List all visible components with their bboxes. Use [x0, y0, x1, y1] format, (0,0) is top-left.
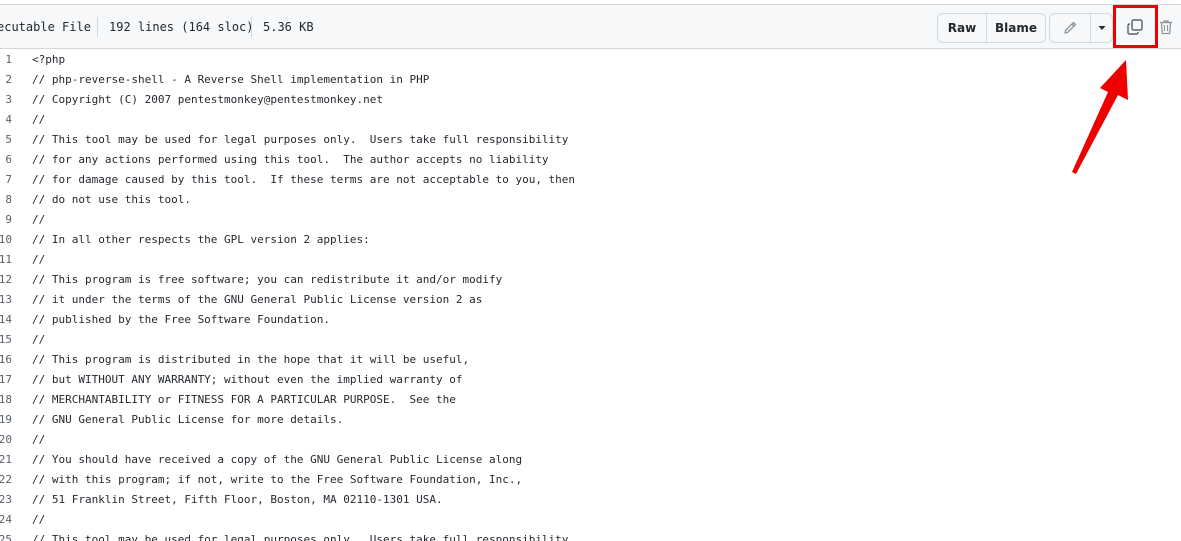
code-text: // GNU General Public License for more d…: [32, 413, 344, 426]
code-text: // published by the Free Software Founda…: [32, 313, 331, 326]
code-text: //: [32, 433, 46, 446]
code-line: 8 // do not use this tool.: [0, 190, 1181, 210]
line-number[interactable]: 4: [5, 110, 12, 130]
edit-button[interactable]: [1050, 14, 1090, 42]
code-line: 16 // This program is distributed in the …: [0, 350, 1181, 370]
line-number[interactable]: 19: [0, 410, 12, 430]
line-count: 192 lines (164 sloc): [109, 19, 254, 34]
code-text: //: [32, 513, 46, 526]
line-number[interactable]: 25: [0, 530, 12, 541]
code-text: // but WITHOUT ANY WARRANTY; without eve…: [32, 373, 463, 386]
pencil-icon: [1064, 21, 1077, 34]
line-number[interactable]: 8: [5, 190, 12, 210]
code-text: // This program is free software; you ca…: [32, 273, 503, 286]
code-line: 1 <?php: [0, 50, 1181, 70]
code-text: // This program is distributed in the ho…: [32, 353, 470, 366]
code-line: 2 // php-reverse-shell - A Reverse Shell …: [0, 70, 1181, 90]
code-line: 11 //: [0, 250, 1181, 270]
annotation-highlight-box: [1113, 5, 1158, 48]
code-line: 6 // for any actions performed using this…: [0, 150, 1181, 170]
raw-button[interactable]: Raw: [938, 14, 986, 42]
code-text: // it under the terms of the GNU General…: [32, 293, 483, 306]
line-number[interactable]: 12: [0, 270, 12, 290]
delete-button[interactable]: [1157, 15, 1175, 39]
code-line: 4 //: [0, 110, 1181, 130]
line-number[interactable]: 17: [0, 370, 12, 390]
code-line: 25 // This tool may be used for legal pur…: [0, 530, 1181, 541]
line-number[interactable]: 22: [0, 470, 12, 490]
code-text: // You should have received a copy of th…: [32, 453, 523, 466]
line-number[interactable]: 3: [5, 90, 12, 110]
line-number[interactable]: 21: [0, 450, 12, 470]
code-line: 19 // GNU General Public License for more…: [0, 410, 1181, 430]
code-line: 9 //: [0, 210, 1181, 230]
code-line: 22 // with this program; if not, write to…: [0, 470, 1181, 490]
code-line: 14 // published by the Free Software Foun…: [0, 310, 1181, 330]
line-number[interactable]: 7: [5, 170, 12, 190]
code-line: 3 // Copyright (C) 2007 pentestmonkey@pen…: [0, 90, 1181, 110]
code-text: // for any actions performed using this …: [32, 153, 549, 166]
file-type: ecutable File: [0, 19, 91, 34]
raw-blame-group: Raw Blame: [937, 13, 1046, 43]
edit-group: [1049, 13, 1113, 43]
code-line: 21 // You should have received a copy of …: [0, 450, 1181, 470]
code-line: 18 // MERCHANTABILITY or FITNESS FOR A PA…: [0, 390, 1181, 410]
code-line: 23 // 51 Franklin Street, Fifth Floor, Bo…: [0, 490, 1181, 510]
code-line: 5 // This tool may be used for legal purp…: [0, 130, 1181, 150]
code-line: 24 //: [0, 510, 1181, 530]
code-text: //: [32, 113, 46, 126]
line-number[interactable]: 13: [0, 290, 12, 310]
file-header: ecutable File 192 lines (164 sloc) 5.36 …: [0, 4, 1181, 49]
code-line: 12 // This program is free software; you …: [0, 270, 1181, 290]
line-number[interactable]: 10: [0, 230, 12, 250]
code-text: //: [32, 253, 46, 266]
line-number[interactable]: 23: [0, 490, 12, 510]
code-text: // with this program; if not, write to t…: [32, 473, 523, 486]
divider: [251, 17, 252, 37]
line-number[interactable]: 15: [0, 330, 12, 350]
code-text: // do not use this tool.: [32, 193, 191, 206]
line-number[interactable]: 6: [5, 150, 12, 170]
edit-dropdown-button[interactable]: [1090, 14, 1112, 42]
line-number[interactable]: 5: [5, 130, 12, 150]
line-number[interactable]: 9: [5, 210, 12, 230]
code-text: // This tool may be used for legal purpo…: [32, 133, 569, 146]
code-line: 20 //: [0, 430, 1181, 450]
divider: [97, 17, 98, 37]
code-line: 7 // for damage caused by this tool. If t…: [0, 170, 1181, 190]
line-number[interactable]: 1: [5, 50, 12, 70]
code-text: //: [32, 333, 46, 346]
code-text: // This tool may be used for legal purpo…: [32, 533, 569, 541]
code-line: 17 // but WITHOUT ANY WARRANTY; without e…: [0, 370, 1181, 390]
line-number[interactable]: 16: [0, 350, 12, 370]
code-text: <?php: [32, 53, 66, 66]
line-number[interactable]: 2: [5, 70, 12, 90]
blame-button[interactable]: Blame: [986, 14, 1045, 42]
code-text: // php-reverse-shell - A Reverse Shell i…: [32, 73, 430, 86]
triangle-down-icon: [1098, 26, 1105, 30]
code-text: // MERCHANTABILITY or FITNESS FOR A PART…: [32, 393, 456, 406]
code-line: 10 // In all other respects the GPL versi…: [0, 230, 1181, 250]
line-number[interactable]: 18: [0, 390, 12, 410]
code-text: // for damage caused by this tool. If th…: [32, 173, 576, 186]
code-line: 13 // it under the terms of the GNU Gener…: [0, 290, 1181, 310]
code-text: //: [32, 213, 46, 226]
line-number[interactable]: 11: [0, 250, 12, 270]
trash-icon: [1160, 20, 1172, 35]
line-number[interactable]: 14: [0, 310, 12, 330]
code-view: 1 <?php 2 // php-reverse-shell - A Reverse …: [0, 50, 1181, 541]
code-line: 15 //: [0, 330, 1181, 350]
line-number[interactable]: 20: [0, 430, 12, 450]
line-number[interactable]: 24: [0, 510, 12, 530]
code-text: // Copyright (C) 2007 pentestmonkey@pent…: [32, 93, 383, 106]
file-size: 5.36 KB: [263, 19, 314, 34]
code-text: // In all other respects the GPL version…: [32, 233, 370, 246]
code-text: // 51 Franklin Street, Fifth Floor, Bost…: [32, 493, 443, 506]
